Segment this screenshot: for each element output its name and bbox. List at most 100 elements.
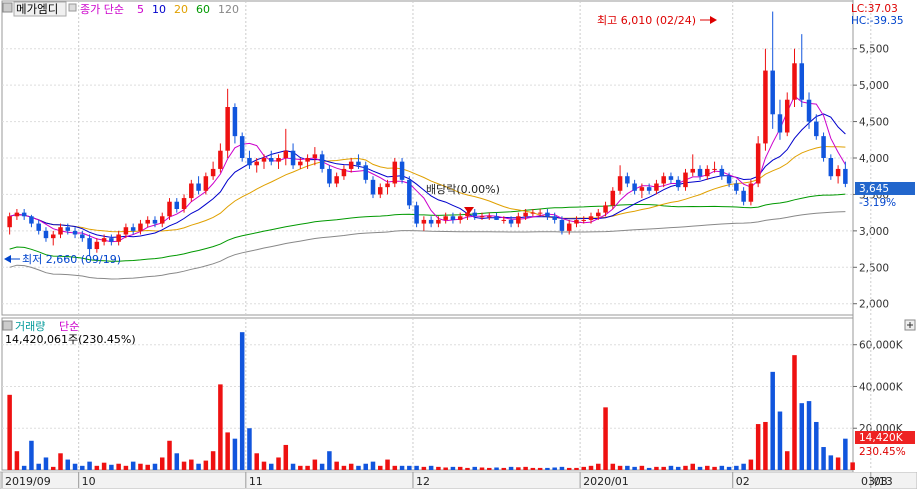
volume-bar[interactable] — [719, 465, 725, 470]
volume-bar[interactable] — [392, 465, 398, 470]
volume-bar[interactable] — [290, 463, 296, 470]
volume-bar[interactable] — [705, 465, 710, 470]
volume-bar[interactable] — [428, 465, 434, 470]
volume-bar[interactable] — [792, 355, 797, 470]
volume-bar[interactable] — [29, 440, 34, 470]
volume-bar[interactable] — [806, 401, 812, 470]
volume-bar[interactable] — [72, 463, 78, 470]
volume-bar[interactable] — [167, 440, 172, 470]
volume-bar[interactable] — [799, 403, 805, 470]
volume-bar[interactable] — [559, 466, 565, 470]
volume-bar[interactable] — [407, 465, 412, 470]
volume-bar[interactable] — [487, 467, 492, 470]
volume-bar[interactable] — [654, 466, 659, 470]
volume-bar[interactable] — [261, 461, 267, 470]
volume-bar[interactable] — [123, 465, 129, 470]
candle[interactable] — [821, 132, 826, 162]
volume-bar[interactable] — [196, 463, 201, 470]
volume-bar[interactable] — [828, 455, 834, 470]
volume-bar[interactable] — [574, 467, 579, 470]
volume-bar[interactable] — [494, 467, 499, 470]
candle[interactable] — [828, 154, 834, 180]
volume-bar[interactable] — [14, 451, 20, 470]
volume-bar[interactable] — [116, 463, 121, 470]
volume-bar[interactable] — [457, 466, 463, 470]
volume-bar[interactable] — [327, 451, 332, 470]
volume-bar[interactable] — [821, 447, 826, 470]
volume-bar[interactable] — [181, 461, 187, 470]
volume-bar[interactable] — [603, 407, 608, 470]
volume-bar[interactable] — [101, 462, 107, 470]
volume-bar[interactable] — [305, 465, 310, 470]
volume-bar[interactable] — [239, 332, 245, 470]
volume-bar[interactable] — [465, 467, 470, 470]
volume-bar[interactable] — [661, 466, 666, 470]
volume-bar[interactable] — [697, 466, 703, 470]
panel-menu-icon[interactable] — [2, 2, 13, 13]
ma-settings-icon[interactable] — [68, 3, 77, 12]
volume-bar[interactable] — [668, 465, 674, 470]
volume-bar[interactable] — [334, 461, 339, 470]
volume-bar[interactable] — [755, 424, 761, 470]
volume-bar[interactable] — [683, 465, 688, 470]
volume-bar[interactable] — [356, 465, 361, 470]
volume-bar[interactable] — [588, 465, 594, 470]
volume-bar[interactable] — [80, 465, 85, 470]
volume-menu-icon[interactable] — [2, 320, 13, 331]
volume-bar[interactable] — [399, 465, 405, 470]
volume-bar[interactable] — [675, 466, 681, 470]
volume-bar[interactable] — [734, 465, 739, 470]
volume-bar[interactable] — [501, 467, 507, 470]
volume-bar[interactable] — [523, 466, 528, 470]
volume-bar[interactable] — [581, 466, 586, 470]
volume-bar[interactable] — [370, 461, 376, 470]
volume-bar[interactable] — [363, 463, 368, 470]
volume-bar[interactable] — [690, 463, 696, 470]
volume-bar[interactable] — [298, 465, 303, 470]
volume-bar[interactable] — [566, 467, 572, 470]
volume-bar[interactable] — [87, 461, 92, 470]
volume-bar[interactable] — [617, 465, 623, 470]
volume-bar[interactable] — [385, 459, 390, 470]
volume-bar[interactable] — [835, 457, 841, 470]
volume-bar[interactable] — [218, 384, 223, 470]
candle[interactable] — [407, 176, 412, 209]
volume-bar[interactable] — [65, 459, 71, 470]
volume-bar[interactable] — [94, 465, 100, 470]
volume-bar[interactable] — [508, 466, 514, 470]
volume-bar[interactable] — [269, 463, 274, 470]
volume-bar[interactable] — [850, 462, 855, 470]
volume-bar[interactable] — [109, 464, 114, 470]
volume-bar[interactable] — [58, 453, 63, 470]
volume-bar[interactable] — [348, 463, 354, 470]
volume-bar[interactable] — [159, 457, 165, 470]
volume-bar[interactable] — [210, 451, 216, 470]
volume-bar[interactable] — [610, 463, 616, 470]
volume-bar[interactable] — [7, 394, 12, 470]
volume-bar[interactable] — [152, 463, 158, 470]
chart-canvas[interactable]: 2,0002,5003,0003,5004,0004,5005,0005,500… — [0, 0, 917, 489]
candle[interactable] — [748, 179, 754, 206]
volume-bar[interactable] — [43, 457, 49, 470]
volume-bar[interactable] — [203, 460, 209, 470]
volume-bar[interactable] — [443, 467, 448, 470]
volume-bar[interactable] — [436, 466, 441, 470]
volume-bar[interactable] — [712, 466, 717, 470]
volume-bar[interactable] — [748, 459, 754, 470]
volume-bar[interactable] — [770, 371, 775, 470]
volume-bar[interactable] — [138, 463, 143, 470]
volume-bar[interactable] — [232, 438, 238, 470]
volume-bar[interactable] — [341, 465, 347, 470]
volume-bar[interactable] — [450, 466, 456, 470]
volume-bar[interactable] — [472, 466, 477, 470]
volume-bar[interactable] — [639, 465, 645, 470]
volume-bar[interactable] — [625, 465, 630, 470]
candle[interactable] — [755, 136, 761, 188]
volume-bar[interactable] — [225, 432, 230, 470]
candle[interactable] — [414, 201, 419, 228]
volume-bar[interactable] — [130, 461, 136, 470]
volume-bar[interactable] — [378, 465, 383, 470]
volume-bar[interactable] — [145, 464, 150, 470]
volume-bar[interactable] — [552, 467, 557, 470]
volume-bar[interactable] — [254, 453, 259, 470]
